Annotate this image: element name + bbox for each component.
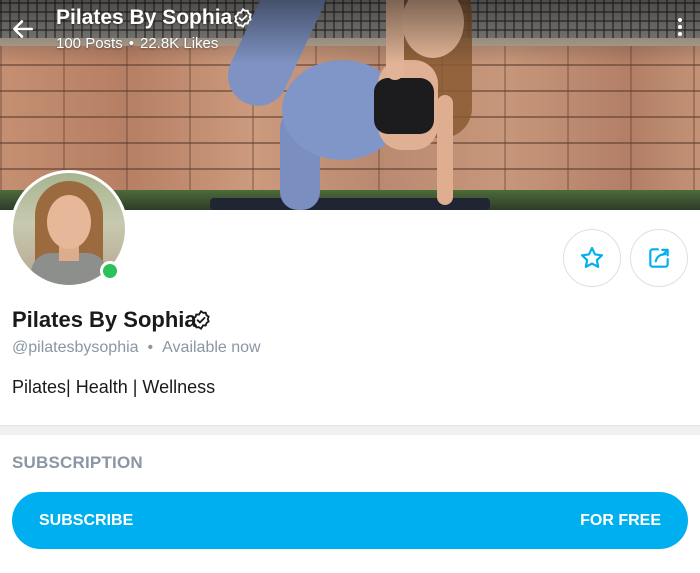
handle-row: @pilatesbysophia • Available now [12,339,261,356]
back-button[interactable] [10,16,36,42]
favorite-button[interactable] [563,229,621,287]
subscribe-price: FOR FREE [580,511,661,529]
likes-count: 22.8K Likes [139,35,219,52]
section-divider [0,425,700,435]
subscribe-label: SUBSCRIBE [39,511,134,529]
profile-name: Pilates By Sophia [12,307,197,332]
profile-handle: @pilatesbysophia [12,339,139,356]
more-vertical-icon [672,18,688,36]
verified-badge-icon [192,309,210,331]
subscribe-button[interactable]: SUBSCRIBE FOR FREE [12,492,688,549]
share-button[interactable] [630,229,688,287]
share-icon [649,248,669,268]
header-title: Pilates By Sophia [56,6,233,29]
header-stats: 100 Posts • 22.8K Likes [56,35,219,52]
posts-count: 100 Posts [56,35,123,52]
online-status-indicator [100,261,120,281]
star-icon [580,246,604,268]
top-bar: Pilates By Sophia 100 Posts • 22.8K Likes [0,0,700,60]
availability-status: Available now [162,339,261,356]
verified-badge-icon [234,7,252,29]
more-options-button[interactable] [672,16,688,44]
subscription-section-title: SUBSCRIPTION [12,453,143,472]
arrow-left-icon [13,20,33,38]
profile-bio: Pilates| Health | Wellness [12,377,216,397]
